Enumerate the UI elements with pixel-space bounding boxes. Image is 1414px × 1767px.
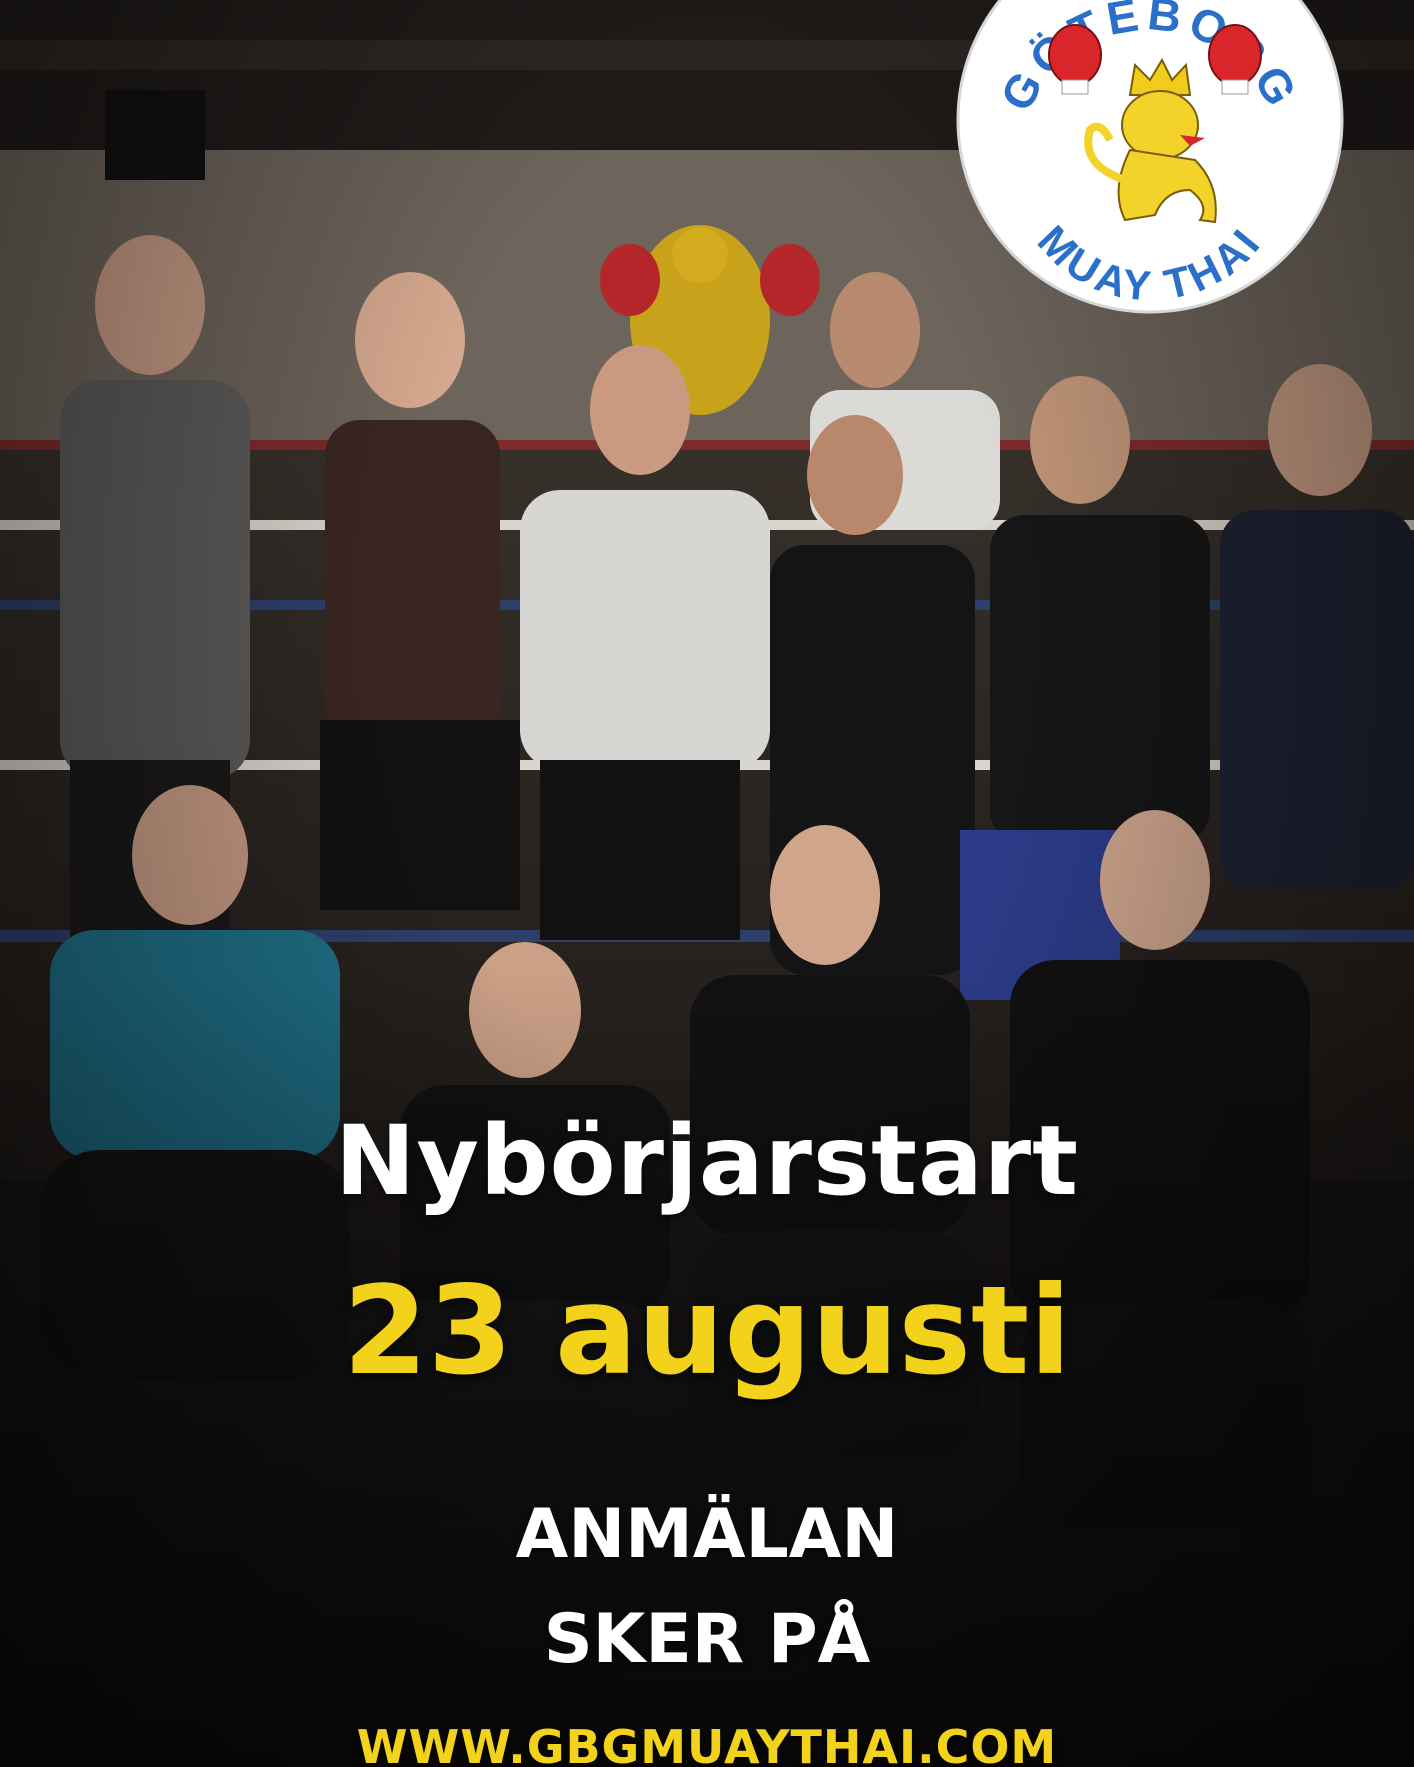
club-logo: GÖTEBORG MUAY THAI <box>956 0 1344 314</box>
start-date: 23 augusti <box>342 1260 1072 1402</box>
website-url[interactable]: WWW.GBGMUAYTHAI.COM <box>0 1720 1414 1767</box>
headline: Nybörjarstart <box>334 1105 1079 1217</box>
poster: GÖTEBORG MUAY THAI Nybörjarstart 23 augu… <box>0 0 1414 1767</box>
registration-line-1: ANMÄLAN <box>515 1495 899 1574</box>
registration-line-2: SKER PÅ <box>543 1600 871 1679</box>
